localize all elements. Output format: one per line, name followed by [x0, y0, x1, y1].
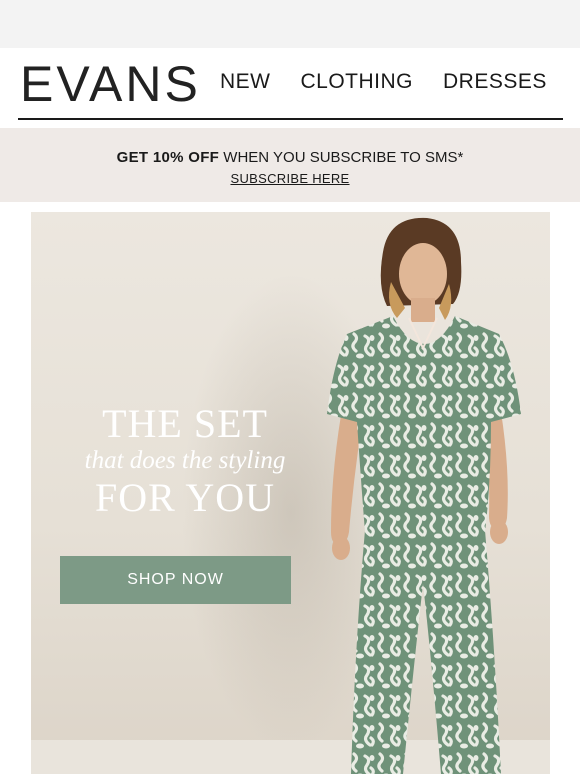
promo-discount: GET 10% OFF: [116, 149, 220, 166]
headline-line-2: that does the styling: [84, 447, 286, 474]
hero-banner[interactable]: THE SET that does the styling FOR YOU SH…: [31, 212, 550, 774]
email-page: EVANS NEW CLOTHING DRESSES GET 10% OFF W…: [0, 48, 580, 774]
hero-headline: THE SET that does the styling FOR YOU: [55, 402, 315, 520]
header: EVANS NEW CLOTHING DRESSES: [18, 48, 563, 120]
promo-text: GET 10% OFF WHEN YOU SUBSCRIBE TO SMS*: [0, 149, 580, 166]
shop-now-button[interactable]: SHOP NOW: [60, 556, 291, 604]
nav-new[interactable]: NEW: [220, 70, 271, 94]
sms-promo-banner: GET 10% OFF WHEN YOU SUBSCRIBE TO SMS* S…: [0, 128, 580, 202]
nav-dresses[interactable]: DRESSES: [443, 70, 547, 94]
nav-clothing[interactable]: CLOTHING: [301, 70, 414, 94]
headline-line-3: FOR YOU: [95, 475, 275, 520]
evans-logo[interactable]: EVANS: [20, 58, 201, 110]
headline-line-1: THE SET: [102, 401, 268, 446]
main-nav: NEW CLOTHING DRESSES: [220, 70, 547, 94]
promo-description: WHEN YOU SUBSCRIBE TO SMS*: [219, 149, 464, 166]
subscribe-link[interactable]: SUBSCRIBE HERE: [0, 171, 580, 186]
model-image: [327, 217, 521, 774]
